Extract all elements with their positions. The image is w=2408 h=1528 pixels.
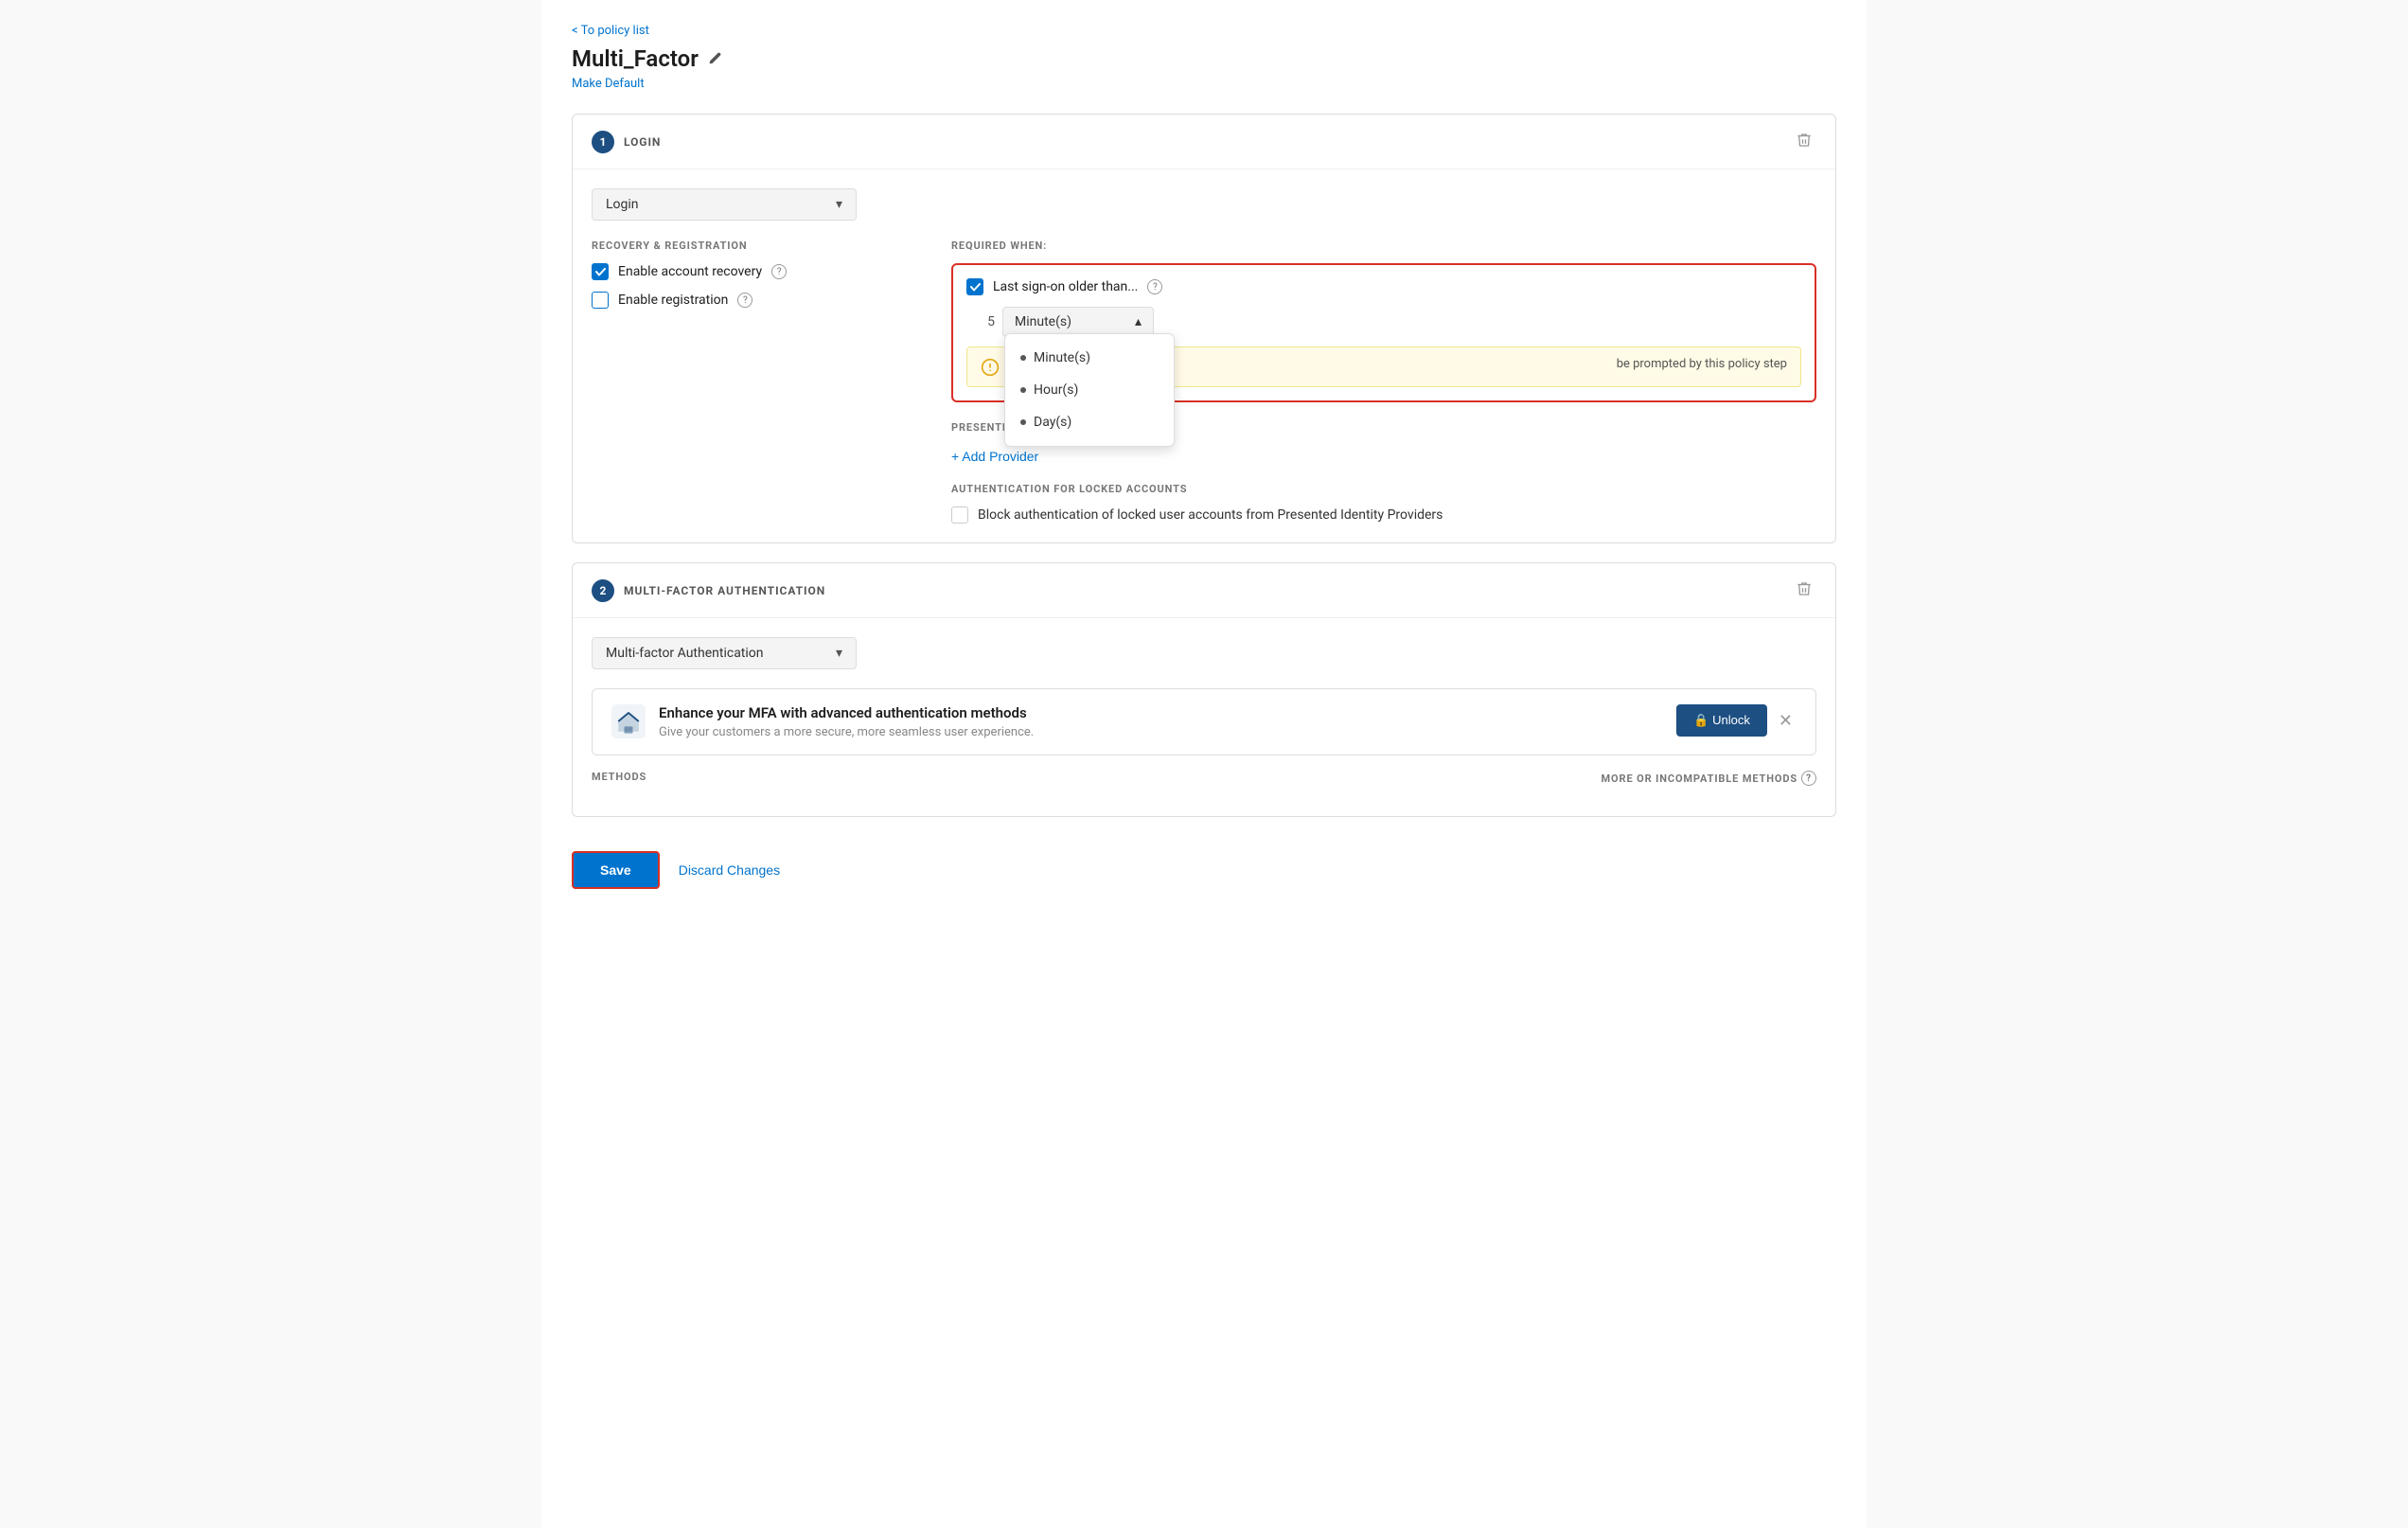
dot-icon [1020, 419, 1026, 425]
section-login-body: Login ▾ RECOVERY & REGISTRATION [573, 169, 1835, 542]
methods-label: METHODS [592, 771, 646, 786]
enable-registration-label: Enable registration [618, 293, 728, 308]
section-mfa-body: Multi-factor Authentication ▾ Enhance yo… [573, 618, 1835, 816]
delete-section-login-button[interactable] [1792, 128, 1816, 155]
discard-changes-button[interactable]: Discard Changes [679, 859, 780, 881]
time-unit-value: Minute(s) [1015, 314, 1071, 329]
required-when-block: Last sign-on older than... ? 5 Minute(s)… [951, 263, 1816, 402]
time-unit-days-label: Day(s) [1034, 415, 1071, 430]
enable-account-recovery-label: Enable account recovery [618, 264, 762, 279]
time-unit-minutes[interactable]: Minute(s) [1005, 342, 1174, 374]
mfa-type-value: Multi-factor Authentication [606, 646, 764, 661]
enable-registration-checkbox[interactable] [592, 292, 609, 309]
dot-icon [1020, 387, 1026, 393]
time-unit-minutes-label: Minute(s) [1034, 350, 1090, 365]
chevron-down-icon: ▾ [836, 646, 842, 661]
mfa-type-dropdown[interactable]: Multi-factor Authentication ▾ [592, 637, 857, 669]
chevron-down-icon: ▾ [836, 197, 842, 212]
close-mfa-banner-button[interactable]: ✕ [1775, 707, 1797, 735]
mfa-banner-subtitle: Give your customers a more secure, more … [659, 725, 1034, 739]
enable-registration-row: Enable registration ? [592, 292, 913, 309]
add-provider-button[interactable]: + Add Provider [951, 445, 1038, 468]
dot-icon [1020, 355, 1026, 361]
login-type-value: Login [606, 197, 639, 212]
time-unit-hours-label: Hour(s) [1034, 382, 1078, 398]
more-methods-label: MORE OR INCOMPATIBLE METHODS ? [1602, 771, 1816, 786]
recovery-registration-label: RECOVERY & REGISTRATION [592, 240, 913, 252]
mfa-banner-title: Enhance your MFA with advanced authentic… [659, 704, 1034, 721]
time-unit-hours[interactable]: Hour(s) [1005, 374, 1174, 406]
section-login-number: 1 [592, 131, 614, 153]
last-signon-label: Last sign-on older than... [993, 279, 1138, 294]
warning-icon [981, 358, 1000, 377]
delete-section-mfa-button[interactable] [1792, 577, 1816, 604]
chevron-up-icon: ▴ [1135, 314, 1142, 329]
required-when-label: REQUIRED WHEN: [951, 240, 1816, 252]
locked-block-row: Block authentication of locked user acco… [951, 506, 1816, 524]
edit-icon[interactable] [706, 50, 723, 67]
enable-account-recovery-checkbox[interactable] [592, 263, 609, 280]
time-value: 5 [966, 314, 995, 329]
locked-block-label: Block authentication of locked user acco… [978, 507, 1443, 523]
section-login-header: 1 LOGIN [573, 115, 1835, 169]
back-link[interactable]: < To policy list [572, 24, 649, 38]
save-bar: Save Discard Changes [572, 836, 1836, 904]
time-unit-menu: Minute(s) Hour(s) Day(s) [1004, 333, 1175, 447]
section-mfa-title: MULTI-FACTOR AUTHENTICATION [624, 584, 825, 597]
make-default-link[interactable]: Make Default [572, 77, 645, 91]
account-recovery-help-icon[interactable]: ? [771, 264, 787, 279]
login-type-dropdown[interactable]: Login ▾ [592, 188, 857, 221]
time-unit-days[interactable]: Day(s) [1005, 406, 1174, 438]
section-mfa-card: 2 MULTI-FACTOR AUTHENTICATION Multi-fact… [572, 562, 1836, 817]
page-title: Multi_Factor [572, 45, 699, 72]
mfa-banner: Enhance your MFA with advanced authentic… [592, 688, 1816, 755]
section-login-title: LOGIN [624, 135, 661, 149]
section-login-card: 1 LOGIN Login ▾ [572, 114, 1836, 543]
locked-accounts-checkbox[interactable] [951, 506, 968, 524]
locked-accounts-section: AUTHENTICATION FOR LOCKED ACCOUNTS Block… [951, 483, 1816, 524]
required-when-section: REQUIRED WHEN: Last sign-on older than..… [951, 240, 1816, 524]
registration-help-icon[interactable]: ? [737, 293, 752, 308]
house-icon [611, 704, 646, 738]
more-methods-help-icon[interactable]: ? [1801, 771, 1816, 786]
last-signon-checkbox[interactable] [966, 278, 983, 295]
section-mfa-header: 2 MULTI-FACTOR AUTHENTICATION [573, 563, 1835, 618]
last-signon-help-icon[interactable]: ? [1147, 279, 1162, 294]
login-dropdown-row: Login ▾ [592, 188, 1816, 221]
locked-accounts-label: AUTHENTICATION FOR LOCKED ACCOUNTS [951, 483, 1816, 495]
unlock-button[interactable]: 🔒 Unlock [1676, 704, 1767, 737]
section-mfa-number: 2 [592, 579, 614, 602]
prompted-text: be prompted by this policy step [1617, 357, 1787, 371]
save-button[interactable]: Save [572, 851, 660, 889]
enable-account-recovery-row: Enable account recovery ? [592, 263, 913, 280]
recovery-registration-section: RECOVERY & REGISTRATION Enable account r… [592, 240, 913, 524]
